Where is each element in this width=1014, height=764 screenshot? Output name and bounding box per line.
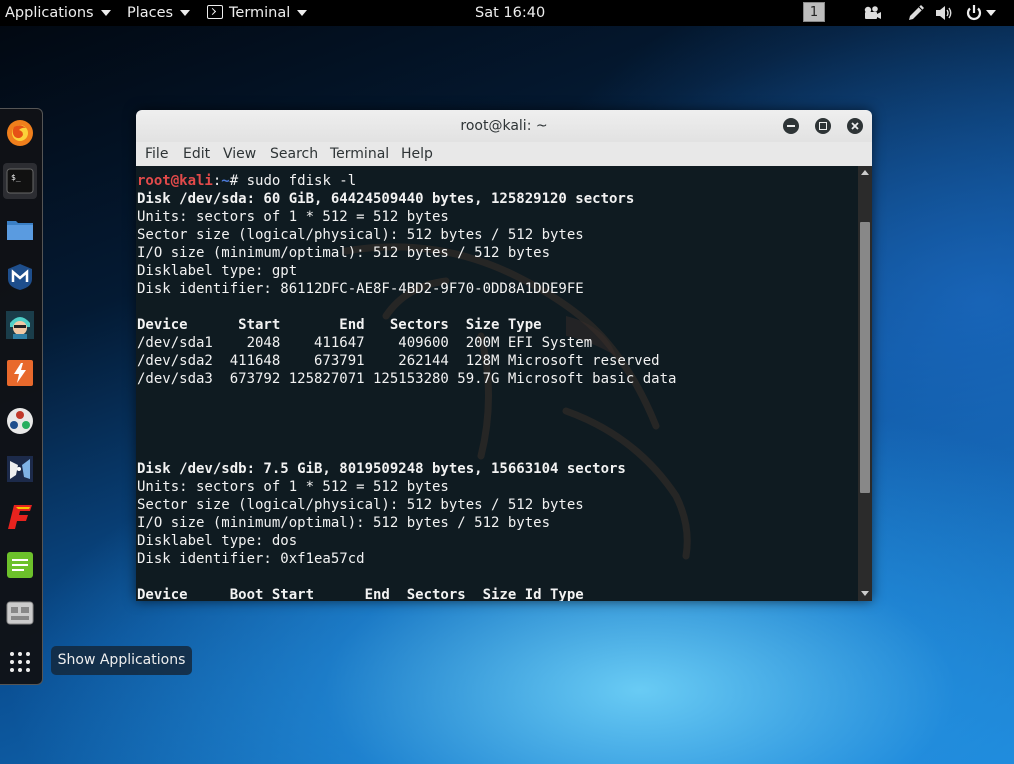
terminal-line: /dev/sda2 411648 673791 262144 128M Micr…	[137, 353, 660, 369]
menu-file[interactable]: File	[143, 142, 170, 166]
menu-terminal[interactable]: Terminal	[328, 142, 391, 166]
power-icon[interactable]	[964, 4, 984, 22]
applications-menu[interactable]: Applications	[5, 0, 111, 26]
metasploit-icon	[8, 264, 32, 290]
terminal-line: Units: sectors of 1 * 512 = 512 bytes	[137, 479, 449, 495]
places-menu[interactable]: Places	[127, 0, 191, 26]
window-titlebar[interactable]: root@kali: ~	[136, 110, 872, 142]
menu-search[interactable]: Search	[268, 142, 320, 166]
menu-edit[interactable]: Edit	[181, 142, 212, 166]
terminal-line: /dev/sda1 2048 411647 409600 200M EFI Sy…	[137, 335, 593, 351]
scrollbar-thumb[interactable]	[860, 222, 870, 493]
chevron-down-icon	[297, 10, 308, 16]
scroll-down-icon[interactable]	[861, 591, 869, 596]
terminal-icon	[207, 5, 223, 19]
terminal-menu-label: Terminal	[229, 5, 291, 21]
close-button[interactable]	[847, 118, 863, 134]
top-panel: Applications Places Terminal Sat 16:40 1	[0, 0, 1014, 26]
terminal-line: Disklabel type: gpt	[137, 263, 298, 279]
dock-files[interactable]	[3, 211, 37, 247]
prompt-path: ~	[221, 173, 230, 189]
scroll-up-icon[interactable]	[861, 170, 869, 175]
volume-icon[interactable]	[934, 4, 954, 22]
faraday-icon	[8, 505, 32, 529]
show-applications-tooltip: Show Applications	[51, 646, 192, 675]
prompt-user: root@kali	[137, 173, 213, 189]
maximize-icon	[819, 122, 827, 130]
dock-faraday[interactable]	[3, 499, 37, 535]
terminal-line: Disk identifier: 0xf1ea57cd	[137, 551, 365, 567]
terminal-prompt-line: root@kali:~# sudo fdisk -l	[137, 172, 356, 190]
terminal-line: Sector size (logical/physical): 512 byte…	[137, 497, 584, 513]
armitage-icon	[6, 311, 34, 339]
terminal-app-menu[interactable]: Terminal	[207, 0, 308, 26]
dock-armitage[interactable]	[3, 307, 37, 343]
terminal-table-header: Device Boot Start End Sectors Size Id Ty…	[137, 587, 584, 601]
dock-burpsuite[interactable]	[3, 355, 37, 391]
chevron-down-icon	[180, 10, 191, 16]
terminal-line: /dev/sda3 673792 125827071 125153280 59.…	[137, 371, 677, 387]
cutycapt-icon	[6, 601, 34, 625]
terminal-icon: $_	[6, 168, 34, 194]
dock-beef[interactable]	[3, 451, 37, 487]
terminal-table-header: Device Start End Sectors Size Type	[137, 317, 542, 333]
dock-maltego[interactable]	[3, 403, 37, 439]
terminal-line: Disk identifier: 86112DFC-AE8F-4BD2-9F70…	[137, 281, 584, 297]
grid-icon	[10, 652, 30, 672]
files-icon	[7, 221, 33, 240]
menubar: File Edit View Search Terminal Help	[136, 142, 872, 167]
close-icon	[851, 122, 859, 130]
maltego-icon	[7, 408, 33, 434]
burpsuite-icon	[7, 360, 33, 386]
terminal-line: Disklabel type: dos	[137, 533, 298, 549]
leafpad-icon	[7, 552, 33, 578]
dock-leafpad[interactable]	[3, 547, 37, 583]
minimize-icon	[787, 125, 795, 127]
dock-firefox[interactable]	[3, 115, 37, 151]
dock-cutycapt[interactable]	[3, 595, 37, 631]
terminal-output[interactable]: root@kali:~# sudo fdisk -l Disk /dev/sda…	[136, 166, 858, 601]
places-label: Places	[127, 5, 174, 21]
chevron-down-icon	[100, 10, 111, 16]
terminal-line: Units: sectors of 1 * 512 = 512 bytes	[137, 209, 449, 225]
terminal-line: Disk /dev/sdb: 7.5 GiB, 8019509248 bytes…	[137, 461, 626, 477]
dock-metasploit[interactable]	[3, 259, 37, 295]
workspace-indicator[interactable]: 1	[803, 2, 825, 22]
terminal-line: I/O size (minimum/optimal): 512 bytes / …	[137, 515, 551, 531]
clock[interactable]: Sat 16:40	[475, 0, 545, 26]
menu-help[interactable]: Help	[399, 142, 435, 166]
pen-tool-icon[interactable]	[907, 4, 927, 22]
terminal-line: Disk /dev/sda: 60 GiB, 64424509440 bytes…	[137, 191, 635, 207]
terminal-line: I/O size (minimum/optimal): 512 bytes / …	[137, 245, 551, 261]
dock: $_	[0, 108, 43, 685]
svg-text:$_: $_	[11, 173, 21, 182]
beef-icon	[7, 456, 33, 482]
terminal-window: root@kali: ~ File Edit View Search Termi…	[136, 110, 872, 601]
window-title: root@kali: ~	[460, 118, 548, 134]
menu-view[interactable]: View	[221, 142, 258, 166]
dock-show-applications[interactable]	[3, 643, 37, 679]
terminal-line: Sector size (logical/physical): 512 byte…	[137, 227, 584, 243]
minimize-button[interactable]	[783, 118, 799, 134]
maximize-button[interactable]	[815, 118, 831, 134]
prompt-command: # sudo fdisk -l	[229, 173, 357, 189]
terminal-scrollbar[interactable]	[858, 166, 872, 601]
dock-terminal[interactable]: $_	[3, 163, 37, 199]
system-menu-chevron-icon[interactable]	[986, 10, 996, 16]
video-camera-icon[interactable]	[862, 4, 882, 22]
firefox-icon	[7, 120, 33, 146]
applications-label: Applications	[5, 5, 94, 21]
